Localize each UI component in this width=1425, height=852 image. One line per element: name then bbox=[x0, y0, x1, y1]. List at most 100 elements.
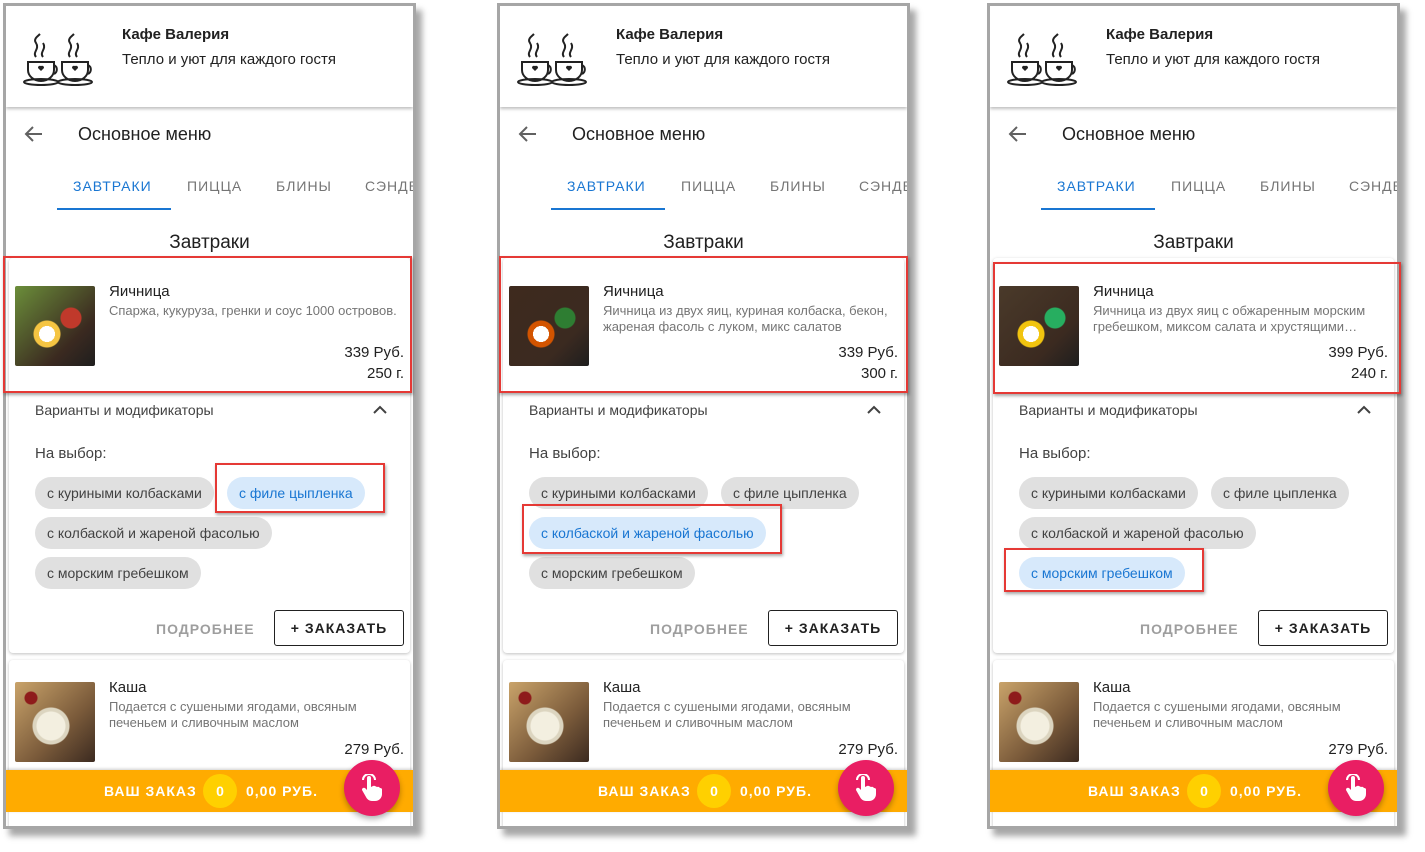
chip-sausage-beans[interactable]: с колбаской и жареной фасолью bbox=[1019, 517, 1256, 549]
call-waiter-fab[interactable] bbox=[1328, 760, 1384, 816]
item-price: 279 Руб. bbox=[1328, 741, 1388, 758]
tab-pizza[interactable]: ПИЦЦА bbox=[1171, 178, 1226, 194]
tap-hand-icon bbox=[361, 774, 382, 801]
order-sum: 0,00 РУБ. bbox=[1230, 783, 1302, 799]
details-button[interactable]: ПОДРОБНЕЕ bbox=[650, 621, 749, 637]
item-description: Подается с сушеными ягодами, овсяным печ… bbox=[603, 699, 851, 730]
section-title: Завтраки bbox=[1153, 232, 1234, 253]
item-description: Подается с сушеными ягодами, овсяным печ… bbox=[1093, 699, 1341, 730]
item-description: Яичница из двух яиц, куриная колбаска, б… bbox=[603, 303, 888, 334]
details-button[interactable]: ПОДРОБНЕЕ bbox=[1140, 621, 1239, 637]
nav-row: Основное меню bbox=[500, 114, 907, 154]
arrow-back-icon[interactable] bbox=[24, 124, 44, 144]
tab-indicator bbox=[57, 208, 171, 210]
item-description: Яичница из двух яиц с обжаренным морским… bbox=[1093, 303, 1366, 334]
add-to-order-button[interactable]: + ЗАКАЗАТЬ bbox=[274, 610, 404, 646]
item-photo[interactable] bbox=[15, 286, 95, 366]
chip-chicken-sausages[interactable]: с куриными колбасками bbox=[1019, 477, 1198, 509]
cafe-name: Кафе Валерия bbox=[122, 26, 230, 43]
order-count-badge: 0 bbox=[697, 774, 731, 808]
cafe-slogan: Тепло и уют для каждого гостя bbox=[1106, 51, 1321, 68]
section-title: Завтраки bbox=[663, 232, 744, 253]
variants-header[interactable]: Варианты и модификаторы bbox=[529, 402, 708, 418]
order-label: ВАШ ЗАКАЗ bbox=[598, 783, 691, 799]
tap-hand-icon bbox=[1345, 774, 1366, 801]
app-header: Кафе Валерия Тепло и уют для каждого гос… bbox=[500, 6, 907, 107]
tab-breakfast[interactable]: ЗАВТРАКИ bbox=[567, 178, 646, 194]
tab-pancakes[interactable]: БЛИНЫ bbox=[770, 178, 826, 194]
order-count-badge: 0 bbox=[1187, 774, 1221, 808]
coffee-cups-icon bbox=[1007, 33, 1077, 86]
chip-chicken-fillet[interactable]: с филе цыпленка bbox=[227, 477, 365, 509]
call-waiter-fab[interactable] bbox=[344, 760, 400, 816]
tab-pancakes[interactable]: БЛИНЫ bbox=[276, 178, 332, 194]
chip-scallop[interactable]: с морским гребешком bbox=[529, 557, 695, 589]
item-weight: 240 г. bbox=[1350, 365, 1388, 382]
choice-label: На выбор: bbox=[529, 445, 601, 462]
chevron-up-icon[interactable] bbox=[1356, 404, 1372, 416]
tab-pancakes[interactable]: БЛИНЫ bbox=[1260, 178, 1316, 194]
coffee-cups-icon bbox=[517, 33, 587, 86]
chip-chicken-sausages[interactable]: с куриными колбасками bbox=[529, 477, 708, 509]
add-to-order-button[interactable] bbox=[768, 826, 898, 829]
category-tabs: ЗАВТРАКИ ПИЦЦА БЛИНЫ СЭНДВИЧИ bbox=[990, 166, 1397, 212]
item-price: 399 Руб. bbox=[1328, 344, 1388, 361]
chip-chicken-fillet[interactable]: с филе цыпленка bbox=[1211, 477, 1349, 509]
add-to-order-button[interactable]: + ЗАКАЗАТЬ bbox=[768, 610, 898, 646]
category-tabs: ЗАВТРАКИ ПИЦЦА БЛИНЫ СЭНДВИЧИ bbox=[500, 166, 907, 212]
category-tabs: ЗАВТРАКИ ПИЦЦА БЛИНЫ СЭНДВИЧИ bbox=[6, 166, 413, 212]
item-price: 339 Руб. bbox=[838, 344, 898, 361]
arrow-back-icon[interactable] bbox=[1008, 124, 1028, 144]
chevron-up-icon[interactable] bbox=[866, 404, 882, 416]
chip-scallop[interactable]: с морским гребешком bbox=[1019, 557, 1185, 589]
phone-screen-3: Кафе Валерия Тепло и уют для каждого гос… bbox=[987, 3, 1400, 829]
item-name: Каша bbox=[603, 679, 641, 696]
tap-hand-icon bbox=[855, 774, 876, 801]
menu-title: Основное меню bbox=[78, 124, 212, 144]
tab-sandwiches[interactable]: СЭНДВИЧИ bbox=[365, 178, 413, 194]
menu-title: Основное меню bbox=[1062, 124, 1196, 144]
tab-sandwiches[interactable]: СЭНДВИЧИ bbox=[859, 178, 907, 194]
item-photo[interactable] bbox=[15, 682, 95, 762]
variants-header[interactable]: Варианты и модификаторы bbox=[1019, 402, 1198, 418]
item-photo[interactable] bbox=[999, 682, 1079, 762]
order-count-badge: 0 bbox=[203, 774, 237, 808]
variants-header[interactable]: Варианты и модификаторы bbox=[35, 402, 214, 418]
menu-title: Основное меню bbox=[572, 124, 706, 144]
item-photo[interactable] bbox=[509, 682, 589, 762]
item-price: 279 Руб. bbox=[344, 741, 404, 758]
item-price: 279 Руб. bbox=[838, 741, 898, 758]
app-header: Кафе Валерия Тепло и уют для каждого гос… bbox=[990, 6, 1397, 107]
tab-breakfast[interactable]: ЗАВТРАКИ bbox=[1057, 178, 1136, 194]
nav-row: Основное меню bbox=[6, 114, 413, 154]
details-button[interactable]: ПОДРОБНЕЕ bbox=[156, 621, 255, 637]
add-to-order-button[interactable] bbox=[1258, 826, 1388, 829]
chevron-up-icon[interactable] bbox=[372, 404, 388, 416]
item-name: Яичница bbox=[603, 283, 664, 300]
menu-item-card: Яичница Яичница из двух яиц с обжаренным… bbox=[993, 258, 1394, 653]
item-name: Каша bbox=[1093, 679, 1131, 696]
call-waiter-fab[interactable] bbox=[838, 760, 894, 816]
item-weight: 300 г. bbox=[860, 365, 898, 382]
tab-pizza[interactable]: ПИЦЦА bbox=[681, 178, 736, 194]
order-label: ВАШ ЗАКАЗ bbox=[1088, 783, 1181, 799]
tab-indicator bbox=[551, 208, 665, 210]
chip-chicken-sausages[interactable]: с куриными колбасками bbox=[35, 477, 214, 509]
item-name: Яичница bbox=[1093, 283, 1154, 300]
add-to-order-button[interactable]: + ЗАКАЗАТЬ bbox=[1258, 610, 1388, 646]
cafe-slogan: Тепло и уют для каждого гостя bbox=[616, 51, 831, 68]
choice-label: На выбор: bbox=[1019, 445, 1091, 462]
tab-sandwiches[interactable]: СЭНДВИЧИ bbox=[1349, 178, 1397, 194]
add-to-order-button[interactable] bbox=[274, 826, 404, 829]
item-photo[interactable] bbox=[509, 286, 589, 366]
tab-pizza[interactable]: ПИЦЦА bbox=[187, 178, 242, 194]
chip-chicken-fillet[interactable]: с филе цыпленка bbox=[721, 477, 859, 509]
tab-breakfast[interactable]: ЗАВТРАКИ bbox=[73, 178, 152, 194]
arrow-back-icon[interactable] bbox=[518, 124, 538, 144]
item-photo[interactable] bbox=[999, 286, 1079, 366]
chip-scallop[interactable]: с морским гребешком bbox=[35, 557, 201, 589]
chip-sausage-beans[interactable]: с колбаской и жареной фасолью bbox=[35, 517, 272, 549]
tab-indicator bbox=[1041, 208, 1155, 210]
nav-row: Основное меню bbox=[990, 114, 1397, 154]
chip-sausage-beans[interactable]: с колбаской и жареной фасолью bbox=[529, 517, 766, 549]
